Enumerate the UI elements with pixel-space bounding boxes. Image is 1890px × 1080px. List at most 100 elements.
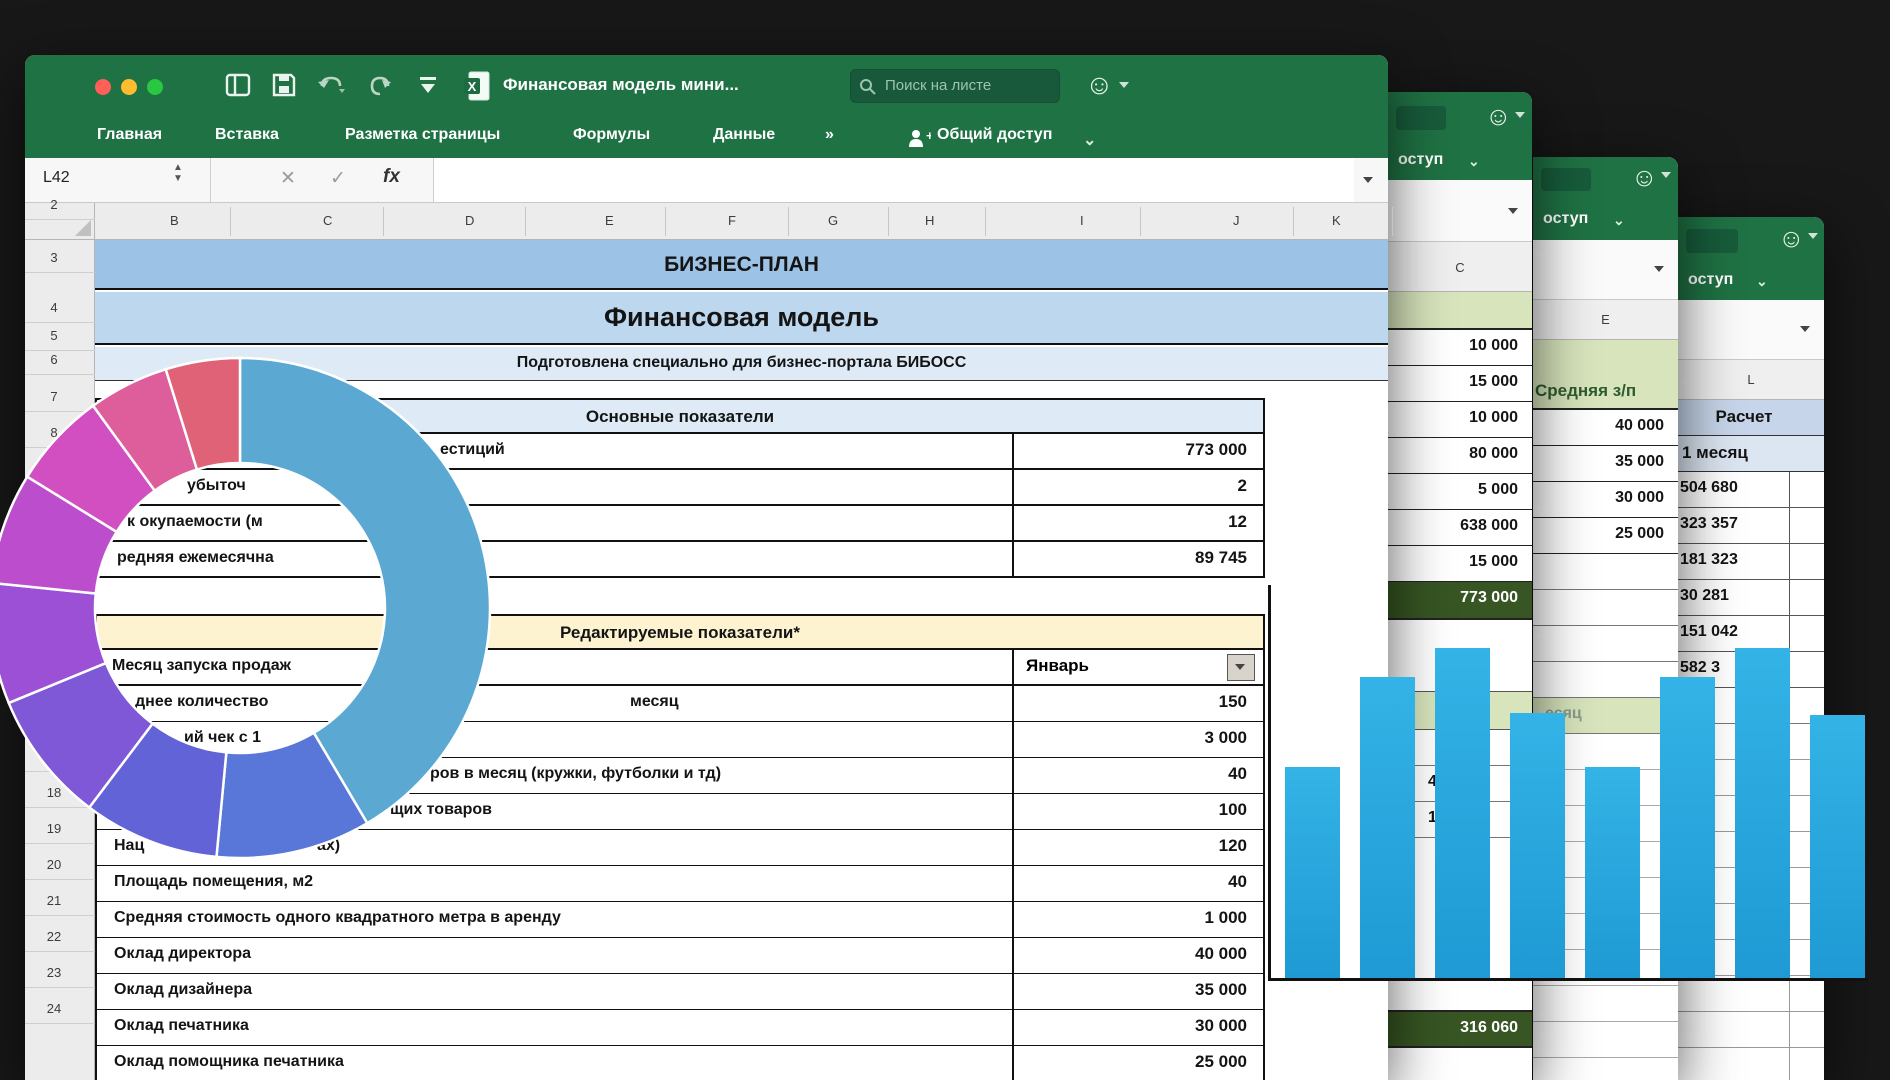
- formula-collapse-icon[interactable]: [1800, 326, 1810, 332]
- undo-icon[interactable]: [317, 73, 347, 99]
- feedback-smiley-icon[interactable]: ☺: [1485, 101, 1512, 132]
- row-number-5[interactable]: 5: [25, 328, 83, 343]
- cancel-entry-icon[interactable]: ✕: [280, 167, 296, 190]
- window4-column-header[interactable]: L: [1678, 360, 1824, 400]
- row-separator: [25, 1023, 95, 1024]
- share-button[interactable]: Общий доступ: [937, 126, 1052, 144]
- zoom-button[interactable]: [147, 79, 163, 95]
- feedback-smiley-icon[interactable]: ☺: [1631, 162, 1658, 193]
- name-box[interactable]: L42: [43, 169, 70, 187]
- minimize-button[interactable]: [121, 79, 137, 95]
- formula-bar: L42 ▲▼ ✕ ✓ fx: [25, 158, 1388, 203]
- edit-label-fragment: Средняя стоимость одного квадратного мет…: [114, 909, 561, 927]
- row-number-2[interactable]: 2: [25, 197, 83, 212]
- row-number-22[interactable]: 22: [25, 929, 83, 944]
- close-button[interactable]: [95, 79, 111, 95]
- value-cell: 30 281: [1678, 580, 1824, 616]
- row-number-3[interactable]: 3: [25, 250, 83, 265]
- column-header-K[interactable]: K: [1332, 213, 1341, 228]
- feedback-smiley-icon[interactable]: ☺: [1778, 223, 1805, 254]
- column-header-C[interactable]: C: [323, 213, 332, 228]
- window4-formula-bar[interactable]: [1678, 300, 1824, 360]
- share-label-tail[interactable]: оступ: [1543, 210, 1588, 228]
- window2-titlebar[interactable]: ☺: [1388, 92, 1532, 142]
- chevron-down-icon[interactable]: ⌄: [1468, 153, 1480, 170]
- smiley-dropdown-icon[interactable]: [1808, 233, 1818, 239]
- formula-collapse-icon[interactable]: [1654, 266, 1664, 272]
- feedback-smiley-icon[interactable]: ☺: [1085, 69, 1114, 101]
- row-separator: [25, 272, 95, 273]
- ribbon-tab-3[interactable]: Разметка страницы: [345, 126, 500, 144]
- chevron-down-icon[interactable]: ⌄: [1613, 212, 1625, 229]
- kpi-value: 12: [1228, 512, 1247, 532]
- edit-label-fragment: Оклад помощника печатника: [114, 1053, 344, 1071]
- ribbon-tab-1[interactable]: Главная: [97, 126, 162, 144]
- ribbon-tab-4[interactable]: Формулы: [573, 126, 650, 144]
- empty-cell: [1533, 554, 1678, 590]
- calc-header-cell: Расчет: [1678, 400, 1824, 436]
- month-dropdown-button[interactable]: [1227, 654, 1255, 681]
- column-header-B[interactable]: B: [170, 213, 179, 228]
- cell-divider: [1012, 902, 1014, 938]
- empty-cell: [1533, 662, 1678, 698]
- edit-value: 3 000: [1204, 728, 1247, 748]
- ribbon-tab-5[interactable]: Данные: [713, 126, 775, 144]
- column-header-J[interactable]: J: [1233, 213, 1240, 228]
- column-header-I[interactable]: I: [1080, 213, 1084, 228]
- column-header-H[interactable]: H: [925, 213, 934, 228]
- ribbon-tab-2[interactable]: Вставка: [215, 126, 279, 144]
- share-chevron-icon[interactable]: ⌄: [1083, 130, 1096, 150]
- value-text: 151 042: [1680, 623, 1738, 641]
- column-separator: [985, 207, 986, 236]
- column-headers[interactable]: B C D E F G H I J K: [25, 203, 1388, 240]
- redo-icon[interactable]: [367, 73, 393, 99]
- column-header-G[interactable]: G: [828, 213, 838, 228]
- ribbon-tab-6[interactable]: »: [825, 126, 834, 144]
- row-number-21[interactable]: 21: [25, 893, 83, 908]
- smiley-dropdown-icon[interactable]: [1119, 82, 1129, 88]
- share-label-tail[interactable]: оступ: [1398, 151, 1443, 169]
- edit-value: 120: [1219, 836, 1247, 856]
- column-divider: [1789, 508, 1791, 544]
- excel-document-icon: X: [463, 71, 491, 101]
- window3-ribbon: оступ ⌄: [1533, 200, 1678, 240]
- insert-function-icon[interactable]: fx: [383, 166, 400, 188]
- column-header-E[interactable]: E: [605, 213, 614, 228]
- edit-value: 40: [1228, 872, 1247, 892]
- formula-input[interactable]: [434, 158, 1354, 202]
- formula-collapse-icon[interactable]: [1508, 208, 1518, 214]
- cell-divider: [1012, 1046, 1014, 1080]
- edit-row-6: Площадь помещения, м240: [95, 866, 1265, 902]
- cell-divider: [1012, 974, 1014, 1010]
- row-number-23[interactable]: 23: [25, 965, 83, 980]
- smiley-dropdown-icon[interactable]: [1515, 112, 1525, 118]
- edit-label-fragment: Оклад печатника: [114, 1017, 249, 1035]
- window3-titlebar[interactable]: ☺: [1533, 157, 1678, 200]
- share-label-tail[interactable]: оступ: [1688, 271, 1733, 289]
- search-input[interactable]: Поиск на листе: [850, 69, 1060, 103]
- row-number-24[interactable]: 24: [25, 1001, 83, 1016]
- column-divider: [1789, 580, 1791, 616]
- smiley-dropdown-icon[interactable]: [1661, 172, 1671, 178]
- window3-formula-bar[interactable]: [1533, 240, 1678, 300]
- column-header-D[interactable]: D: [465, 213, 474, 228]
- window2-formula-bar[interactable]: [1388, 180, 1532, 242]
- confirm-entry-icon[interactable]: ✓: [330, 167, 346, 190]
- column-divider: [1789, 616, 1791, 652]
- window3-column-header[interactable]: E: [1533, 300, 1678, 340]
- window2-column-header[interactable]: C: [1388, 242, 1532, 292]
- print-dropdown-icon[interactable]: [417, 75, 439, 97]
- formula-collapse-icon[interactable]: [1363, 177, 1373, 183]
- namebox-spinner[interactable]: ▲▼: [173, 162, 183, 184]
- chevron-down-icon[interactable]: ⌄: [1756, 273, 1768, 290]
- row-number-4[interactable]: 4: [25, 300, 83, 315]
- main-titlebar[interactable]: X Финансовая модель мини... Поиск на лис…: [25, 55, 1388, 118]
- edit-value: 30 000: [1195, 1016, 1247, 1036]
- total-cell-dark-green: 773 000: [1388, 582, 1532, 620]
- edit-row-9: Оклад дизайнера35 000: [95, 974, 1265, 1010]
- save-icon[interactable]: [271, 72, 297, 98]
- column-header-F[interactable]: F: [728, 213, 736, 228]
- toggle-sidebar-icon[interactable]: [225, 72, 251, 98]
- window4-titlebar[interactable]: ☺: [1678, 217, 1824, 262]
- cell-divider: [1012, 830, 1014, 866]
